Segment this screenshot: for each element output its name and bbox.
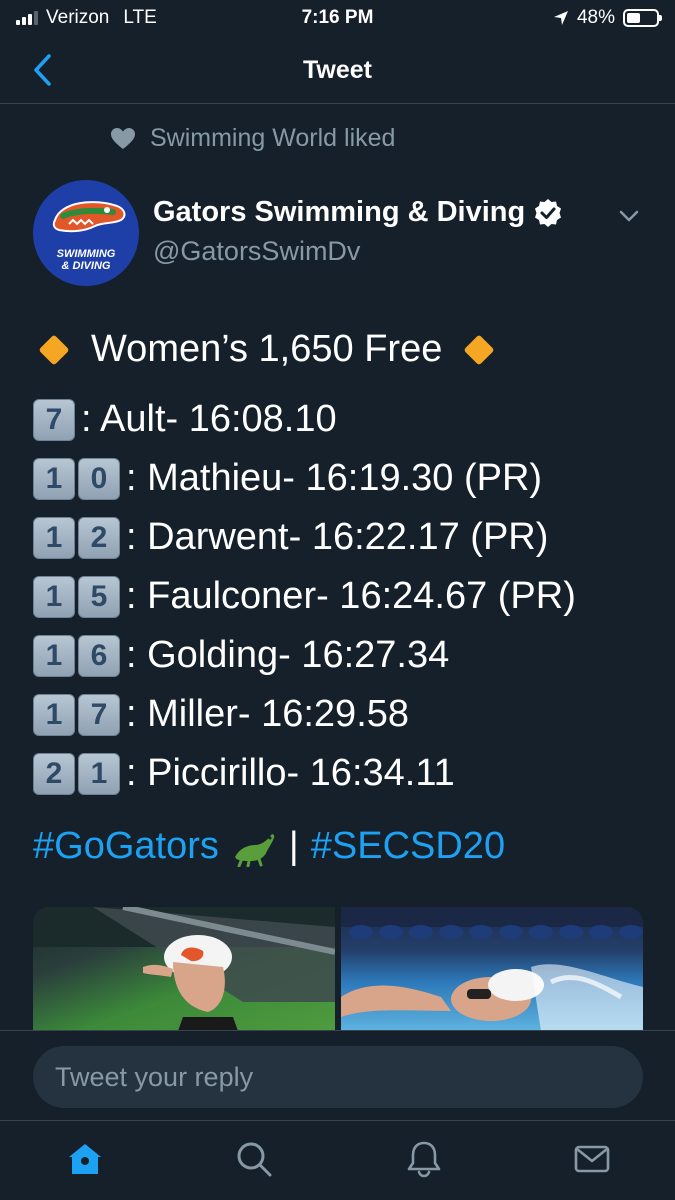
status-right: 48% xyxy=(553,7,662,29)
keycap-digit-icon: 5 xyxy=(78,575,120,618)
keycap-digit-icon: 7 xyxy=(78,693,120,736)
social-context-text: Swimming World liked xyxy=(150,124,396,152)
tweet-text: Women’s 1,650 Free 7: Ault- 16:08.10 1 0: … xyxy=(33,320,643,876)
result-text: : Ault- 16:08.10 xyxy=(81,398,337,440)
place-keycaps: 16 xyxy=(33,634,120,677)
tab-home[interactable] xyxy=(65,1139,105,1179)
search-icon xyxy=(237,1142,272,1177)
result-text: : Golding- 16:27.34 xyxy=(126,634,450,676)
mail-icon xyxy=(574,1145,610,1173)
swimmer-photo-image xyxy=(341,907,643,1031)
reply-area xyxy=(0,1030,675,1120)
orange-diamond-icon xyxy=(463,333,495,366)
verified-badge-icon xyxy=(535,198,562,227)
keycap-digit-icon: 2 xyxy=(33,752,75,795)
hashtag-link[interactable]: #GoGators xyxy=(33,817,219,876)
hashtag-separator: | xyxy=(288,825,299,867)
battery-percent: 48% xyxy=(576,7,615,28)
tweet-author: SWIMMING & DIVING Gators Swimming & Divi… xyxy=(33,180,643,290)
keycap-digit-icon: 2 xyxy=(78,516,120,559)
heart-icon xyxy=(111,127,135,149)
more-options-button[interactable] xyxy=(615,202,643,230)
user-handle[interactable]: @GatorsSwimDv xyxy=(153,236,360,267)
result-text: : Mathieu- 16:19.30 (PR) xyxy=(126,457,543,499)
result-text: : Miller- 16:29.58 xyxy=(126,693,410,735)
status-bar: Verizon LTE 7:16 PM 48% xyxy=(0,0,675,36)
tab-bar xyxy=(0,1120,675,1200)
avatar[interactable]: SWIMMING & DIVING xyxy=(33,180,139,286)
location-arrow-icon xyxy=(553,11,568,25)
result-line: 15: Faulconer- 16:24.67 (PR) xyxy=(33,567,643,626)
tab-messages[interactable] xyxy=(572,1139,612,1179)
display-name-row[interactable]: Gators Swimming & Diving xyxy=(153,196,563,229)
place-keycaps: 12 xyxy=(33,516,120,559)
avatar-caption: SWIMMING & DIVING xyxy=(33,248,139,272)
tweet-title-line: Women’s 1,650 Free xyxy=(37,320,643,379)
result-line: 21: Piccirillo- 16:34.11 xyxy=(33,744,643,803)
tab-search[interactable] xyxy=(234,1139,274,1179)
reply-input[interactable] xyxy=(33,1046,643,1108)
hashtag-line: #GoGators | #SECSD20 xyxy=(33,817,643,876)
result-text: : Piccirillo- 16:34.11 xyxy=(126,752,455,794)
result-line: 17: Miller- 16:29.58 xyxy=(33,685,643,744)
keycap-digit-icon: 6 xyxy=(78,634,120,677)
media-grid xyxy=(33,907,643,1031)
chevron-down-icon xyxy=(619,210,639,222)
swimmer-photo-image xyxy=(33,907,335,1031)
keycap-digit-icon: 1 xyxy=(78,752,120,795)
tab-notifications[interactable] xyxy=(404,1139,444,1179)
media-photo[interactable] xyxy=(341,907,643,1031)
keycap-digit-icon: 1 xyxy=(33,634,75,677)
result-line: 12: Darwent- 16:22.17 (PR) xyxy=(33,508,643,567)
page-title: Tweet xyxy=(303,56,372,84)
result-line: 16: Golding- 16:27.34 xyxy=(33,626,643,685)
place-keycaps: 7 xyxy=(33,398,75,441)
place-keycaps: 10 xyxy=(33,457,120,500)
home-icon xyxy=(69,1144,101,1174)
place-keycaps: 15 xyxy=(33,575,120,618)
keycap-digit-icon: 1 xyxy=(33,457,75,500)
nav-bar: Tweet xyxy=(0,36,675,104)
result-text: : Darwent- 16:22.17 (PR) xyxy=(126,516,549,558)
place-keycaps: 21 xyxy=(33,752,120,795)
battery-fill xyxy=(627,13,641,23)
place-keycaps: 17 xyxy=(33,693,120,736)
social-context[interactable]: Swimming World liked xyxy=(110,124,395,153)
crocodile-icon xyxy=(234,833,275,867)
result-line: 7: Ault- 16:08.10 xyxy=(33,390,643,449)
avatar-caption-line-1: SWIMMING xyxy=(56,248,116,260)
keycap-digit-icon: 7 xyxy=(33,398,75,441)
media-photo[interactable] xyxy=(33,907,335,1031)
hashtag-link[interactable]: #SECSD20 xyxy=(311,817,505,876)
battery-icon xyxy=(623,9,662,27)
display-name: Gators Swimming & Diving xyxy=(153,196,526,228)
keycap-digit-icon: 1 xyxy=(33,575,75,618)
results-list: 7: Ault- 16:08.10 1 0: Mathieu- 16:19.30 (… xyxy=(33,390,643,803)
result-line: 10: Mathieu- 16:19.30 (PR) xyxy=(33,449,643,508)
bell-icon xyxy=(407,1141,441,1178)
orange-diamond-icon xyxy=(38,333,70,366)
result-text: : Faulconer- 16:24.67 (PR) xyxy=(126,575,576,617)
tweet-title: Women’s 1,650 Free xyxy=(91,328,443,370)
avatar-caption-line-2: & DIVING xyxy=(61,260,111,272)
keycap-digit-icon: 1 xyxy=(33,693,75,736)
keycap-digit-icon: 0 xyxy=(78,457,120,500)
keycap-digit-icon: 1 xyxy=(33,516,75,559)
